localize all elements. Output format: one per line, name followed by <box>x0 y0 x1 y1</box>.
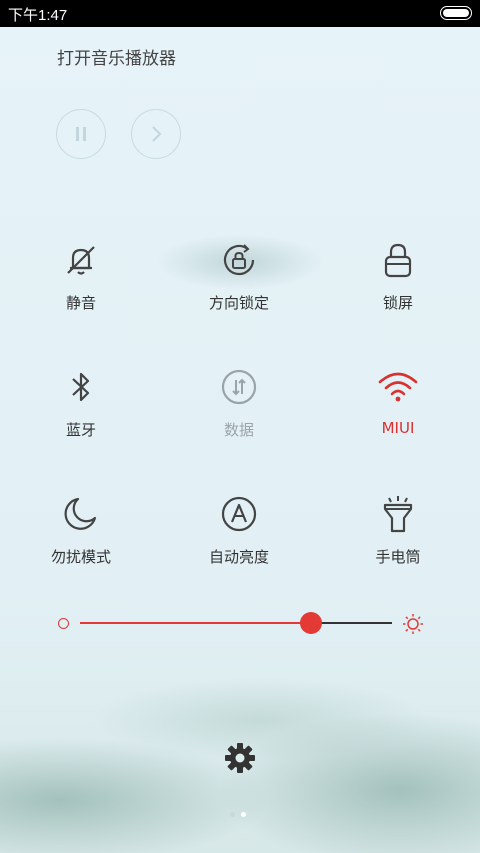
page-dot-active <box>241 812 246 817</box>
toggle-do-not-disturb[interactable]: 勿扰模式 <box>21 494 141 584</box>
auto-brightness-icon <box>221 496 257 532</box>
toggle-rotation-lock[interactable]: 方向锁定 <box>179 240 299 330</box>
toggle-label: 静音 <box>65 294 96 312</box>
toggle-wifi[interactable]: MIUI <box>338 367 458 457</box>
toggle-label: 数据 <box>223 421 254 439</box>
brightness-slider-thumb[interactable] <box>300 612 322 634</box>
next-icon <box>152 126 162 142</box>
toggle-lock-screen[interactable]: 锁屏 <box>338 240 458 330</box>
lock-icon <box>384 243 412 278</box>
brightness-slider-fill <box>80 622 311 624</box>
toggle-label: 方向锁定 <box>208 294 269 312</box>
music-player-title[interactable]: 打开音乐播放器 <box>57 44 176 69</box>
toggle-flashlight[interactable]: 手电筒 <box>338 494 458 584</box>
brightness-slider[interactable] <box>80 612 392 634</box>
toggle-label: 锁屏 <box>382 294 413 312</box>
battery-icon <box>440 6 472 20</box>
page-dot <box>230 812 235 817</box>
toggle-label: 自动亮度 <box>208 548 269 566</box>
toggle-bluetooth[interactable]: 蓝牙 <box>21 367 141 457</box>
status-time: 下午1:47 <box>8 7 68 24</box>
toggle-label: MIUI <box>381 419 415 437</box>
brightness-low-icon <box>58 618 69 629</box>
toggle-silent[interactable]: 静音 <box>21 240 141 330</box>
pause-icon <box>76 127 86 141</box>
wifi-icon <box>378 372 418 402</box>
gear-icon[interactable] <box>224 742 256 774</box>
toggle-label: 勿扰模式 <box>50 548 111 566</box>
toggle-mobile-data[interactable]: 数据 <box>179 367 299 457</box>
brightness-high-icon <box>403 614 423 634</box>
bluetooth-icon <box>72 372 90 402</box>
pause-button[interactable] <box>56 109 106 159</box>
toggle-auto-brightness[interactable]: 自动亮度 <box>179 494 299 584</box>
flashlight-icon <box>383 496 413 533</box>
bell-off-icon <box>67 246 95 275</box>
status-bar: 下午1:47 <box>0 0 480 27</box>
rotation-lock-icon <box>223 244 255 276</box>
moon-icon <box>64 497 97 530</box>
toggle-label: 手电筒 <box>375 548 421 566</box>
next-button[interactable] <box>131 109 181 159</box>
mobile-data-icon <box>221 369 257 405</box>
page-indicator <box>230 812 246 817</box>
toggle-label: 蓝牙 <box>65 421 96 439</box>
